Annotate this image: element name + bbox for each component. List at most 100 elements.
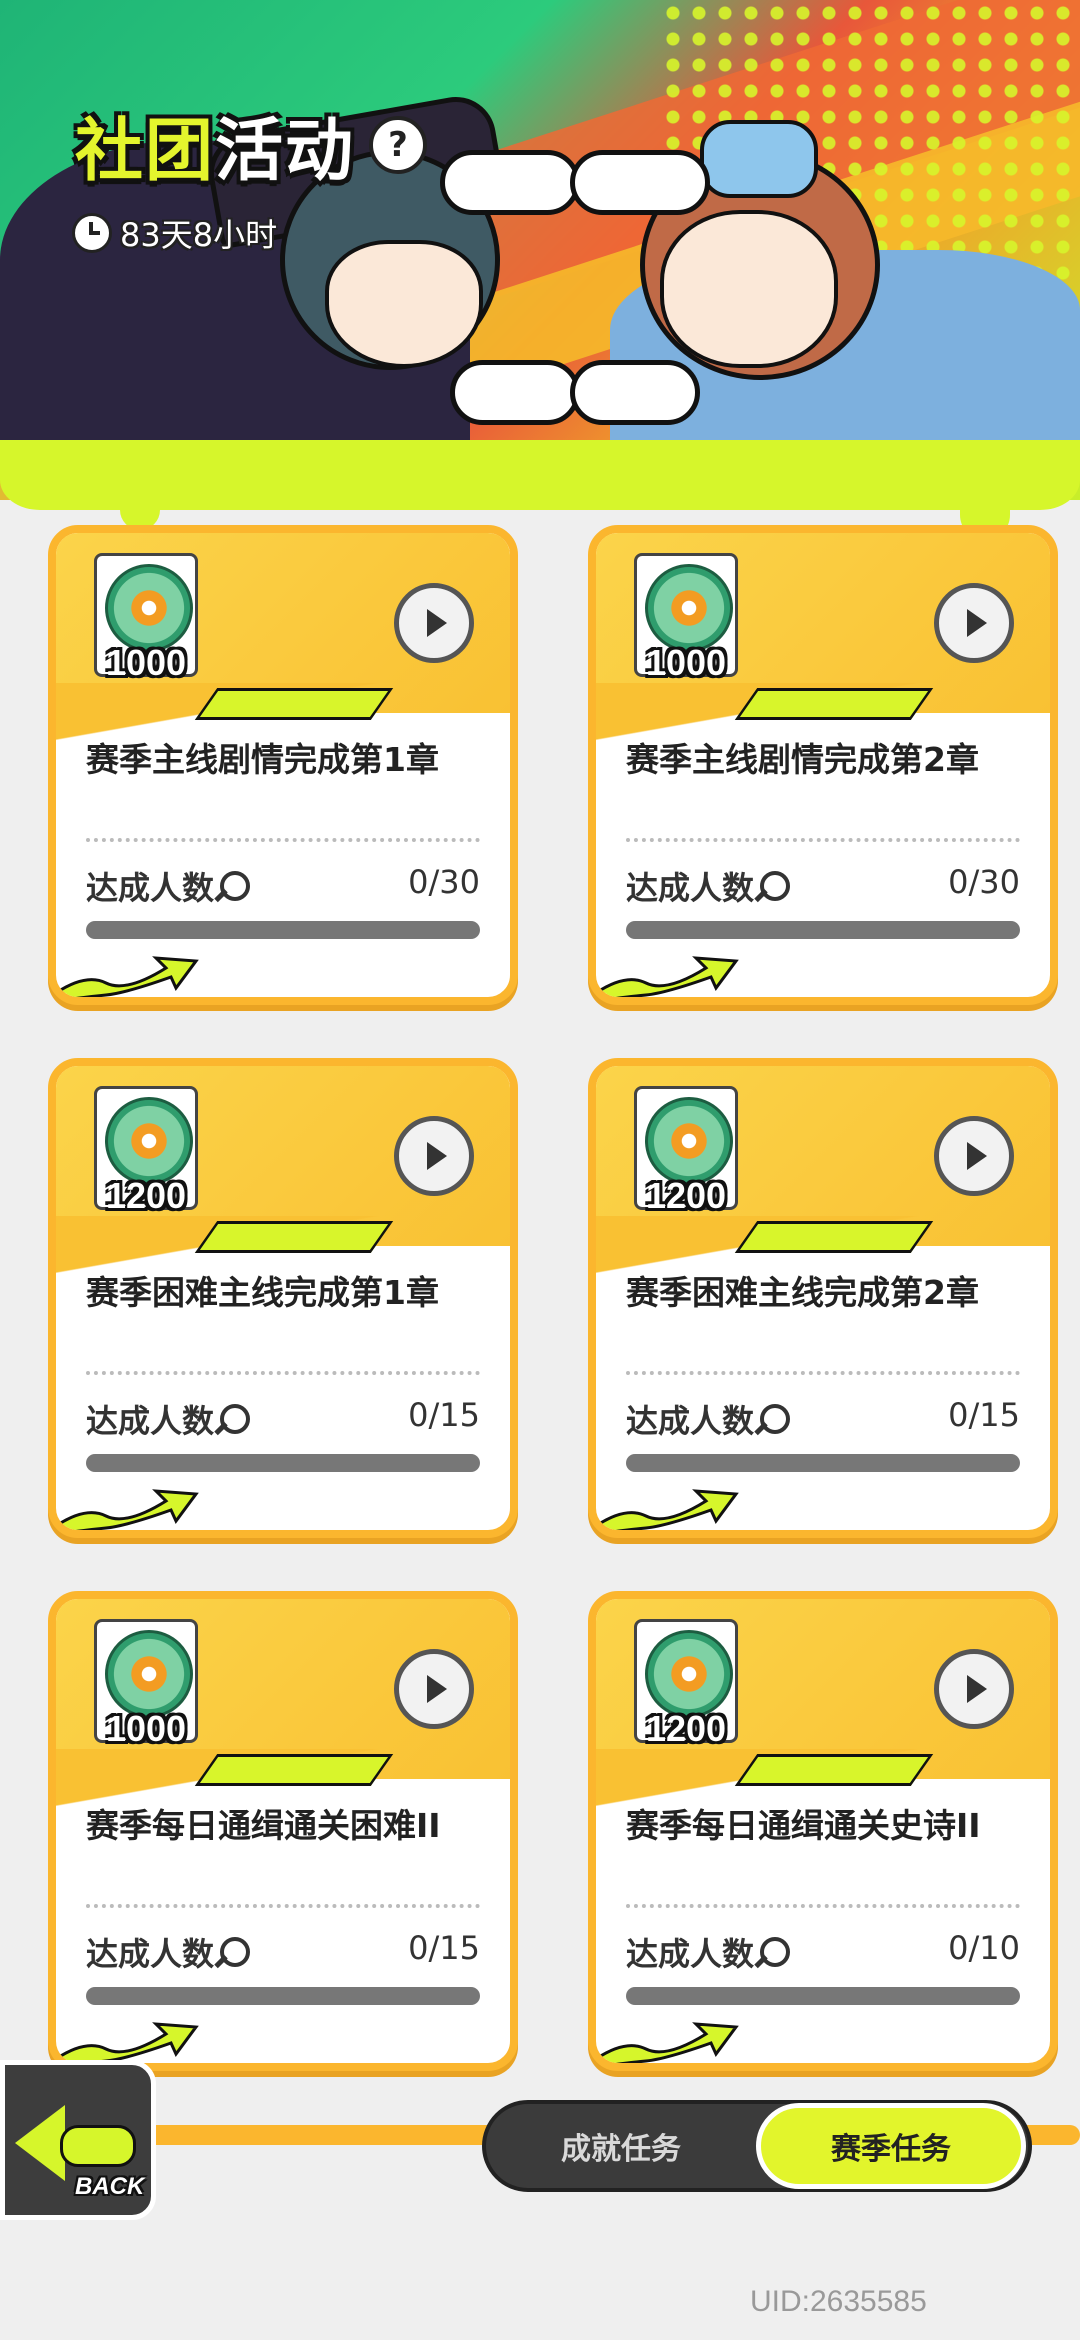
task-name: 赛季每日通缉通关史诗II	[626, 1806, 981, 1845]
magnifier-icon	[220, 871, 251, 901]
achiever-count-label[interactable]: 达成人数	[626, 863, 791, 909]
arrow-decoration	[596, 1489, 739, 1530]
task-card: 1000 赛季每日通缉通关困难II 达成人数 0/15	[48, 1591, 518, 2071]
achiever-count-text: 达成人数	[86, 1402, 215, 1440]
countdown: 83天8小时	[72, 210, 277, 256]
bottle-cap-icon	[105, 564, 193, 652]
task-name: 赛季主线剧情完成第2章	[626, 740, 979, 779]
task-name: 赛季主线剧情完成第1章	[86, 740, 439, 779]
bottle-cap-icon	[645, 564, 733, 652]
title-row: 社团活动 ?	[75, 95, 428, 194]
dotted-divider	[86, 838, 480, 842]
card-zigzag	[194, 1754, 394, 1786]
task-card: 1200 赛季每日通缉通关史诗II 达成人数 0/10	[588, 1591, 1058, 2071]
title-rest: 活动	[215, 112, 356, 191]
reward-item: 1000	[634, 553, 738, 683]
magnifier-icon	[760, 871, 791, 901]
progress-bar	[626, 1454, 1020, 1472]
go-button[interactable]	[394, 583, 474, 663]
hand-pointing-icon	[570, 150, 710, 215]
dotted-divider	[626, 1904, 1020, 1908]
help-icon[interactable]: ?	[369, 115, 428, 174]
go-button[interactable]	[934, 1649, 1014, 1729]
progress-bar	[626, 1987, 1020, 2005]
tab-season[interactable]: 赛季任务	[756, 2103, 1026, 2189]
reward-amount: 1200	[105, 1175, 187, 1216]
card-zigzag	[194, 688, 394, 720]
achiever-count-label[interactable]: 达成人数	[626, 1929, 791, 1975]
go-button[interactable]	[934, 1116, 1014, 1196]
task-name: 赛季困难主线完成第2章	[626, 1273, 979, 1312]
achiever-count-text: 达成人数	[626, 869, 755, 907]
task-card: 1000 赛季主线剧情完成第2章 达成人数 0/30	[588, 525, 1058, 1005]
reward-amount: 1000	[105, 1708, 187, 1749]
achiever-count-value: 0/30	[408, 863, 480, 901]
play-icon	[967, 609, 987, 637]
achiever-count-text: 达成人数	[626, 1402, 755, 1440]
reward-item: 1200	[94, 1086, 198, 1216]
magnifier-icon	[760, 1404, 791, 1434]
achiever-count-label[interactable]: 达成人数	[86, 863, 251, 909]
back-button[interactable]: BACK	[0, 2060, 156, 2220]
character-right-bow	[700, 120, 818, 198]
magnifier-icon	[220, 1404, 251, 1434]
hand-pointing-icon	[570, 360, 700, 425]
reward-item: 1000	[94, 1619, 198, 1749]
go-button[interactable]	[934, 583, 1014, 663]
achiever-count-text: 达成人数	[86, 1935, 215, 1973]
card-zigzag	[734, 1221, 934, 1253]
dotted-divider	[626, 1371, 1020, 1375]
hand-pointing-icon	[450, 360, 580, 425]
achiever-count-value: 0/30	[948, 863, 1020, 901]
slime-drip	[120, 480, 160, 530]
uid-label: UID:2635585	[750, 2285, 927, 2318]
magnifier-icon	[220, 1937, 251, 1967]
arrow-decoration	[596, 2022, 739, 2063]
dotted-divider	[86, 1371, 480, 1375]
achiever-count-value: 0/15	[408, 1396, 480, 1434]
go-button[interactable]	[394, 1649, 474, 1729]
header-banner: 社团活动 ? 83天8小时	[0, 0, 1080, 500]
go-button[interactable]	[394, 1116, 474, 1196]
reward-item: 1000	[94, 553, 198, 683]
reward-amount: 1000	[645, 642, 727, 683]
achiever-count-label[interactable]: 达成人数	[86, 1396, 251, 1442]
play-icon	[427, 1142, 447, 1170]
task-name: 赛季困难主线完成第1章	[86, 1273, 439, 1312]
tab-achievement[interactable]: 成就任务	[496, 2104, 746, 2188]
reward-amount: 1200	[645, 1708, 727, 1749]
reward-amount: 1200	[645, 1175, 727, 1216]
achiever-count-value: 0/15	[408, 1929, 480, 1967]
achiever-count-text: 达成人数	[86, 869, 215, 907]
dotted-divider	[86, 1904, 480, 1908]
title-highlight: 社团	[75, 112, 216, 191]
slime-divider	[0, 440, 1080, 540]
back-arrow-shaft	[60, 2125, 136, 2167]
task-card: 1200 赛季困难主线完成第2章 达成人数 0/15	[588, 1058, 1058, 1538]
hand-pointing-icon	[440, 150, 580, 215]
clock-icon	[72, 213, 112, 253]
play-icon	[427, 1675, 447, 1703]
reward-item: 1200	[634, 1086, 738, 1216]
card-zigzag	[194, 1221, 394, 1253]
task-card: 1200 赛季困难主线完成第1章 达成人数 0/15	[48, 1058, 518, 1538]
achiever-count-label[interactable]: 达成人数	[626, 1396, 791, 1442]
achiever-count-text: 达成人数	[626, 1935, 755, 1973]
progress-bar	[86, 1454, 480, 1472]
play-icon	[427, 609, 447, 637]
bottle-cap-icon	[105, 1097, 193, 1185]
achiever-count-value: 0/15	[948, 1396, 1020, 1434]
achiever-count-label[interactable]: 达成人数	[86, 1929, 251, 1975]
arrow-decoration	[56, 1489, 199, 1530]
countdown-text: 83天8小时	[120, 216, 278, 254]
character-left-face	[325, 240, 483, 368]
task-tabs: 成就任务 赛季任务	[482, 2100, 1032, 2192]
bottle-cap-icon	[105, 1630, 193, 1718]
bottle-cap-icon	[645, 1630, 733, 1718]
reward-amount: 1000	[105, 642, 187, 683]
dotted-divider	[626, 838, 1020, 842]
progress-bar	[86, 921, 480, 939]
magnifier-icon	[760, 1937, 791, 1967]
bottle-cap-icon	[645, 1097, 733, 1185]
card-zigzag	[734, 1754, 934, 1786]
